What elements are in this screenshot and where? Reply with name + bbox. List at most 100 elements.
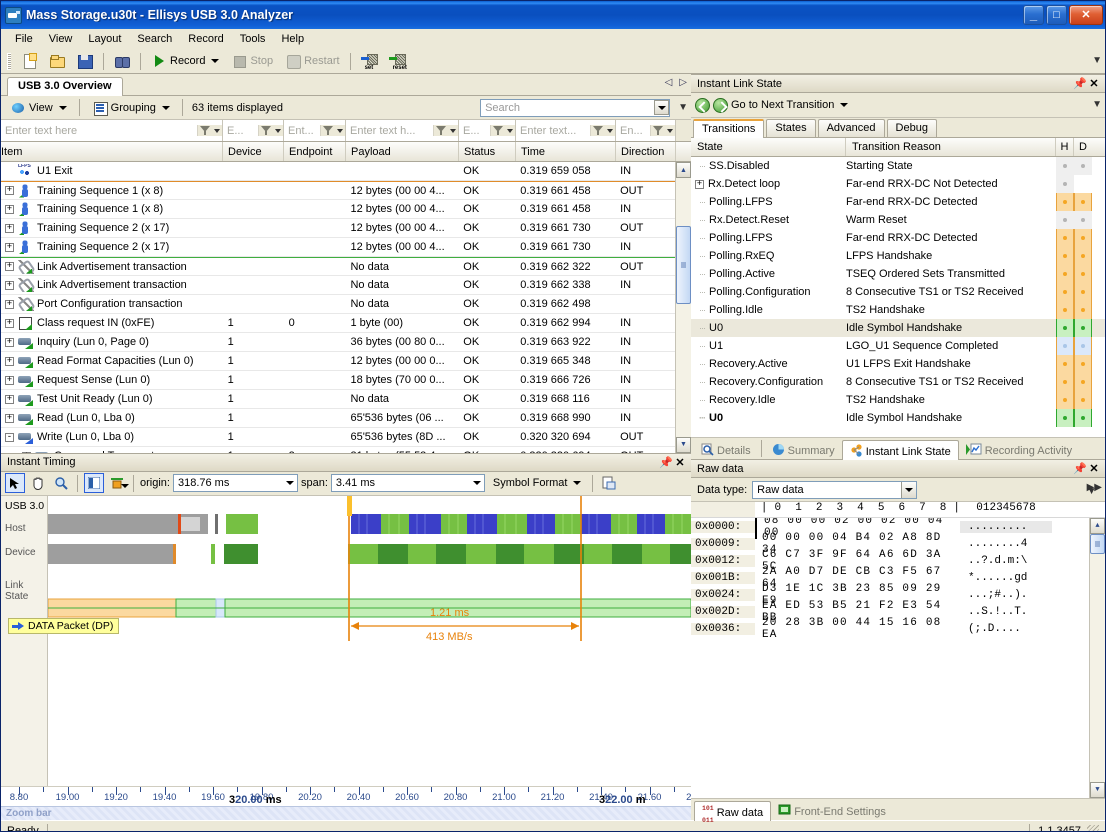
menu-record[interactable]: Record xyxy=(180,31,231,47)
ils-overflow-button[interactable]: ▼ xyxy=(1092,103,1102,107)
filter-input-2[interactable]: Ent... xyxy=(284,125,320,137)
tab-next-icon[interactable]: ▷ xyxy=(679,77,687,88)
row-expander[interactable]: + xyxy=(5,414,14,423)
hex-scroll-thumb[interactable] xyxy=(1090,534,1105,554)
ils-column-header-reason[interactable]: Transition Reason xyxy=(846,138,1056,156)
symbol-format-chevron-down-icon[interactable] xyxy=(573,481,581,485)
row-expander[interactable]: + xyxy=(5,281,14,290)
row-expander[interactable]: + xyxy=(5,300,14,309)
set-marker-button[interactable]: set xyxy=(356,51,382,72)
chevron-down-icon[interactable] xyxy=(211,59,219,63)
table-row[interactable]: +Read Format Capacities (Lun 0)112 bytes… xyxy=(1,352,675,371)
search-box[interactable]: Search xyxy=(480,99,670,117)
link-state-row[interactable]: ···Polling.Configuration8 Consecutive TS… xyxy=(691,283,1105,301)
column-header-time[interactable]: Time xyxy=(516,142,616,161)
table-row[interactable]: +Training Sequence 2 (x 17)12 bytes (00 … xyxy=(1,219,675,238)
filter-funnel-icon[interactable] xyxy=(653,125,664,136)
filter-input-5[interactable]: Enter text... xyxy=(516,125,590,137)
column-header-device[interactable]: Device xyxy=(223,142,284,161)
column-header-payload[interactable]: Payload xyxy=(346,142,459,161)
column-header-status[interactable]: Status xyxy=(459,142,516,161)
hex-scroll-up-button[interactable]: ▲ xyxy=(1090,518,1105,534)
filter-buttons-2[interactable] xyxy=(320,125,345,136)
filter-input-0[interactable]: Enter text here xyxy=(1,125,197,137)
filter-chevron-down-icon[interactable] xyxy=(607,129,613,133)
filter-funnel-icon[interactable] xyxy=(593,125,604,136)
filter-buttons-6[interactable] xyxy=(650,125,675,136)
link-state-expander[interactable]: + xyxy=(695,180,704,189)
span-chevron-down-icon[interactable] xyxy=(470,475,484,491)
link-state-row[interactable]: ···SS.DisabledStarting State xyxy=(691,157,1105,175)
link-state-row[interactable]: ···Polling.LFPSFar-end RRX-DC Detected xyxy=(691,229,1105,247)
row-expander[interactable]: + xyxy=(5,186,14,195)
filter-cell-0[interactable]: Enter text here xyxy=(1,120,223,141)
go-to-previous-transition-icon[interactable] xyxy=(695,98,710,113)
row-expander[interactable]: + xyxy=(5,338,14,347)
symbol-format-button[interactable]: Symbol Format xyxy=(488,474,587,492)
link-state-row[interactable]: +Rx.Detect loopFar-end RRX-DC Not Detect… xyxy=(691,175,1105,193)
row-expander[interactable]: + xyxy=(5,376,14,385)
span-field[interactable]: 3.41 ms xyxy=(331,474,485,492)
row-expander[interactable]: + xyxy=(5,243,14,252)
filter-cell-2[interactable]: Ent... xyxy=(284,120,346,141)
row-expander[interactable]: + xyxy=(5,224,14,233)
origin-chevron-down-icon[interactable] xyxy=(283,475,297,491)
table-row[interactable]: +Inquiry (Lun 0, Page 0)136 bytes (00 80… xyxy=(1,333,675,352)
filter-funnel-icon[interactable] xyxy=(493,125,504,136)
tab-debug[interactable]: Debug xyxy=(887,119,937,137)
menu-view[interactable]: View xyxy=(41,31,81,47)
row-expander[interactable]: + xyxy=(5,262,14,271)
hex-row[interactable]: 0x0036:20 28 3B 00 44 15 16 08 EA (;.D..… xyxy=(691,620,1089,637)
ils-column-header-h[interactable]: H xyxy=(1056,138,1074,156)
scroll-track[interactable] xyxy=(676,178,691,437)
ils-column-header-state[interactable]: State xyxy=(691,138,846,156)
link-state-row[interactable]: ···Recovery.ActiveU1 LFPS Exit Handshake xyxy=(691,355,1105,373)
maximize-button[interactable]: □ xyxy=(1046,5,1067,25)
filter-buttons-4[interactable] xyxy=(490,125,515,136)
link-state-row[interactable]: ···Recovery.IdleTS2 Handshake xyxy=(691,391,1105,409)
view-button[interactable]: View xyxy=(5,97,72,119)
search-chevron-down-icon[interactable] xyxy=(654,100,669,115)
tab-states[interactable]: States xyxy=(766,119,815,137)
close-icon[interactable]: ✕ xyxy=(673,455,687,469)
link-state-row[interactable]: ···Polling.IdleTS2 Handshake xyxy=(691,301,1105,319)
filter-cell-6[interactable]: En... xyxy=(616,120,676,141)
go-to-next-transition-icon[interactable] xyxy=(713,98,728,113)
filter-chevron-down-icon[interactable] xyxy=(275,129,281,133)
next-transition-chevron-down-icon[interactable] xyxy=(840,103,848,107)
link-state-row[interactable]: ···Polling.ActiveTSEQ Ordered Sets Trans… xyxy=(691,265,1105,283)
filter-buttons-3[interactable] xyxy=(433,125,458,136)
column-header-direction[interactable]: Direction xyxy=(616,142,676,161)
select-arrow-tool[interactable] xyxy=(5,473,25,493)
table-row[interactable]: -Write (Lun 0, Lba 0)165'536 bytes (8D .… xyxy=(1,428,675,447)
menu-file[interactable]: File xyxy=(7,31,41,47)
row-expander[interactable]: + xyxy=(5,395,14,404)
filter-cell-3[interactable]: Enter text h... xyxy=(346,120,459,141)
filter-buttons-0[interactable] xyxy=(197,125,222,136)
ils-close-icon[interactable]: ✕ xyxy=(1087,77,1101,91)
column-view-tool[interactable] xyxy=(84,473,104,493)
menu-help[interactable]: Help xyxy=(273,31,312,47)
table-row[interactable]: +Training Sequence 1 (x 8)12 bytes (00 0… xyxy=(1,200,675,219)
tab-advanced[interactable]: Advanced xyxy=(818,119,885,137)
filter-cell-4[interactable]: E... xyxy=(459,120,516,141)
menu-layout[interactable]: Layout xyxy=(80,31,129,47)
table-row[interactable]: +Training Sequence 2 (x 17)12 bytes (00 … xyxy=(1,238,675,257)
scroll-thumb[interactable] xyxy=(676,226,691,304)
table-row[interactable]: +Test Unit Ready (Lun 0)1No dataOK0.319 … xyxy=(1,390,675,409)
filter-chevron-down-icon[interactable] xyxy=(337,129,343,133)
bottom-tab-details[interactable]: Details xyxy=(694,439,758,459)
tab-transitions[interactable]: Transitions xyxy=(693,119,764,138)
table-row[interactable]: +Class request IN (0xFE)101 byte (00)OK0… xyxy=(1,314,675,333)
link-state-row[interactable]: ···U0Idle Symbol Handshake xyxy=(691,409,1105,427)
stop-button[interactable]: Stop xyxy=(226,51,278,72)
filter-funnel-icon[interactable] xyxy=(261,125,272,136)
filter-funnel-icon[interactable] xyxy=(200,125,211,136)
data-type-chevron-down-icon[interactable] xyxy=(901,482,916,498)
scroll-down-button[interactable]: ▼ xyxy=(676,437,691,453)
open-button[interactable] xyxy=(44,51,70,72)
column-header-item[interactable]: Item xyxy=(1,142,223,161)
link-state-row[interactable]: ···Polling.LFPSFar-end RRX-DC Detected xyxy=(691,193,1105,211)
pin-icon[interactable]: 📌 xyxy=(659,455,673,469)
filter-funnel-icon[interactable] xyxy=(323,125,334,136)
